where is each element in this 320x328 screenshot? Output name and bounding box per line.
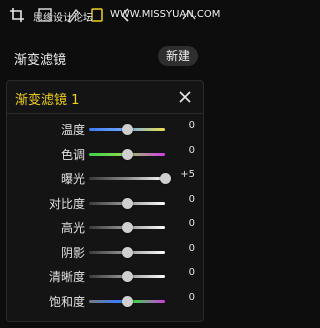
slider-label: 曝光 <box>60 172 85 186</box>
slider-value: 0 <box>188 218 195 229</box>
slider-value: 0 <box>188 291 195 303</box>
slider-row-highlights: 高光 0 <box>7 217 203 239</box>
watermark-left: 思缘设计论坛 <box>33 13 93 24</box>
close-icon[interactable] <box>178 90 192 104</box>
slider-label: 高光 <box>60 221 85 235</box>
slider-value: 0 <box>188 120 195 131</box>
slider-label: 色调 <box>60 147 85 162</box>
top-toolbar: 思缘设计论坛 WWW.MISSYUAN.COM <box>0 0 220 34</box>
slider-value: 0 <box>188 267 195 278</box>
slider-knob[interactable] <box>121 271 133 282</box>
crop-icon[interactable] <box>8 6 26 24</box>
watermark-right: WWW.MISSYUAN.COM <box>110 9 221 20</box>
slider-value: 0 <box>188 193 195 205</box>
slider-value: 0 <box>188 242 195 254</box>
slider-row-temperature: 温度 0 <box>7 119 203 141</box>
slider-knob[interactable] <box>121 197 133 209</box>
slider-row-saturation: 饱和度 0 <box>7 291 203 313</box>
slider-label: 温度 <box>60 123 85 137</box>
slider-label: 对比度 <box>48 196 85 211</box>
slider-row-exposure: 曝光 +5 <box>7 168 203 190</box>
slider-row-tint: 色调 0 <box>7 144 203 166</box>
slider-row-shadows: 阴影 0 <box>7 242 203 264</box>
slider-track[interactable] <box>89 177 165 180</box>
section-header: 渐变滤镜 新建 <box>0 44 208 70</box>
slider-knob[interactable] <box>121 246 133 258</box>
slider-label: 阴影 <box>60 245 85 260</box>
slider-label: 清晰度 <box>48 270 85 284</box>
section-title: 渐变滤镜 <box>14 53 67 68</box>
slider-value: +5 <box>180 169 195 180</box>
slider-row-contrast: 对比度 0 <box>7 193 203 215</box>
panel-header: 渐变滤镜 1 <box>7 81 203 114</box>
slider-knob[interactable] <box>121 148 133 160</box>
slider-knob[interactable] <box>121 295 133 307</box>
gradient-filter-panel: 渐变滤镜 1 温度 0 色调 0 曝光 +5 对比度 0 高光 0 阴影 0 清晰度 0 饱和度 0 <box>6 80 204 322</box>
panel-title: 渐变滤镜 1 <box>15 93 80 108</box>
slider-value: 0 <box>188 144 195 156</box>
new-filter-button[interactable]: 新建 <box>158 46 198 66</box>
slider-knob[interactable] <box>121 124 133 135</box>
slider-row-clarity: 清晰度 0 <box>7 266 203 288</box>
slider-label: 饱和度 <box>48 294 85 309</box>
slider-knob[interactable] <box>121 222 133 233</box>
